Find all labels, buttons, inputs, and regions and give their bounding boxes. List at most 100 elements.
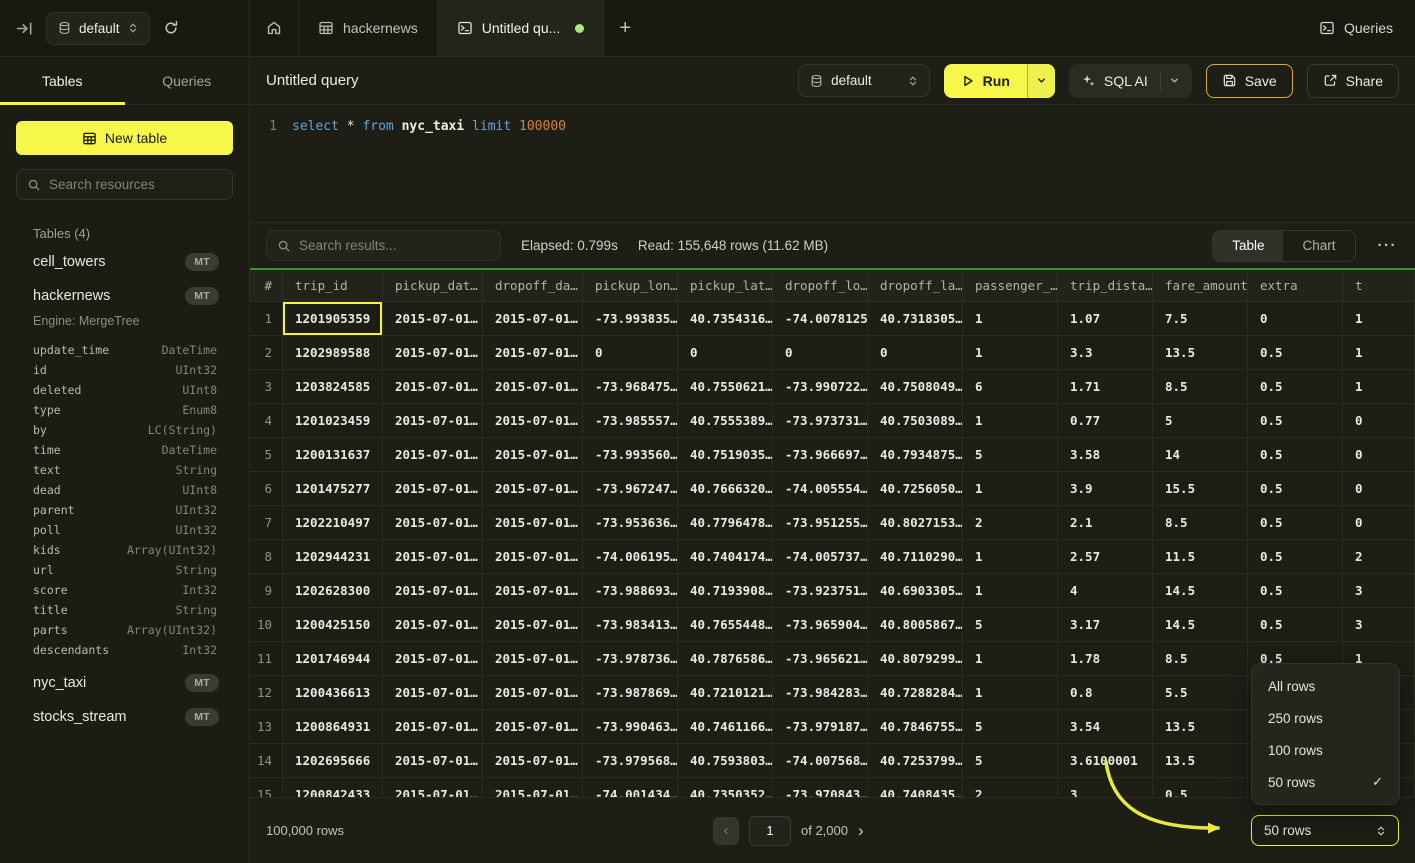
column-header[interactable]: fare_amount xyxy=(1153,270,1248,302)
queries-button[interactable]: Queries xyxy=(1319,20,1393,36)
tab-untitled-query[interactable]: Untitled qu... xyxy=(438,0,605,56)
collapse-sidebar-button[interactable] xyxy=(12,16,37,41)
menu-item[interactable]: 100 rows xyxy=(1252,734,1399,766)
cell[interactable]: -73.967247… xyxy=(583,472,678,506)
cell[interactable]: 1 xyxy=(963,472,1058,506)
cell[interactable]: 0.5 xyxy=(1248,472,1343,506)
resource-search-input[interactable] xyxy=(49,177,226,192)
cell[interactable]: 0.5 xyxy=(1248,336,1343,370)
run-button-main[interactable]: Run xyxy=(944,64,1027,98)
cell[interactable]: 2015-07-01… xyxy=(483,642,583,676)
cell[interactable]: 0 xyxy=(583,336,678,370)
row-number[interactable]: 6 xyxy=(250,472,283,506)
cell[interactable]: 5 xyxy=(963,744,1058,778)
cell[interactable]: 2015-07-01… xyxy=(483,744,583,778)
cell[interactable]: 1 xyxy=(1343,302,1415,336)
cell[interactable]: 1200864931 xyxy=(283,710,383,744)
sidebar-table-hackernews[interactable]: hackernews MT xyxy=(16,279,233,313)
cell[interactable]: -74.0078125 xyxy=(773,302,868,336)
cell[interactable]: -74.007568… xyxy=(773,744,868,778)
row-number[interactable]: 4 xyxy=(250,404,283,438)
cell[interactable]: 2015-07-01… xyxy=(383,540,483,574)
cell[interactable]: 2015-07-01… xyxy=(383,642,483,676)
cell[interactable]: 2015-07-01… xyxy=(483,302,583,336)
cell[interactable]: 0.5 xyxy=(1248,404,1343,438)
cell[interactable]: 2015-07-01… xyxy=(383,778,483,797)
cell[interactable]: -73.990722… xyxy=(773,370,868,404)
cell[interactable]: 2015-07-01… xyxy=(483,472,583,506)
column-header[interactable]: trip_dista… xyxy=(1058,270,1153,302)
refresh-button[interactable] xyxy=(159,16,183,40)
cell[interactable]: 40.7666320… xyxy=(678,472,773,506)
cell[interactable]: -73.953636… xyxy=(583,506,678,540)
cell[interactable]: 1202695666 xyxy=(283,744,383,778)
cell[interactable]: 40.8005867… xyxy=(868,608,963,642)
cell[interactable]: 8.5 xyxy=(1153,506,1248,540)
cell[interactable]: 40.7503089… xyxy=(868,404,963,438)
cell[interactable]: 2015-07-01… xyxy=(383,404,483,438)
cell[interactable]: 1 xyxy=(963,574,1058,608)
cell[interactable]: -73.985557… xyxy=(583,404,678,438)
row-number[interactable]: 13 xyxy=(250,710,283,744)
cell[interactable]: 40.7354316… xyxy=(678,302,773,336)
cell[interactable]: 1201023459 xyxy=(283,404,383,438)
cell[interactable]: 2015-07-01… xyxy=(383,574,483,608)
cell[interactable]: -73.993560… xyxy=(583,438,678,472)
cell[interactable]: 40.7555389… xyxy=(678,404,773,438)
cell[interactable]: 3.58 xyxy=(1058,438,1153,472)
cell[interactable]: 1 xyxy=(963,336,1058,370)
cell[interactable]: 40.7110290… xyxy=(868,540,963,574)
cell[interactable]: 8.5 xyxy=(1153,370,1248,404)
cell[interactable]: 0 xyxy=(773,336,868,370)
cell[interactable]: 2015-07-01… xyxy=(383,370,483,404)
cell[interactable]: 3.6100001 xyxy=(1058,744,1153,778)
cell[interactable]: 2015-07-01… xyxy=(483,676,583,710)
row-number[interactable]: 1 xyxy=(250,302,283,336)
row-number[interactable]: 5 xyxy=(250,438,283,472)
cell[interactable]: 40.8027153… xyxy=(868,506,963,540)
database-selector[interactable]: default xyxy=(46,12,150,45)
sql-ai-button[interactable]: SQL AI xyxy=(1069,64,1192,98)
cell[interactable]: 2015-07-01… xyxy=(483,710,583,744)
cell[interactable]: 40.7350352… xyxy=(678,778,773,797)
sql-editor[interactable]: 1 select * from nyc_taxi limit 100000 xyxy=(250,105,1415,223)
cell[interactable]: 1202989588 xyxy=(283,336,383,370)
cell[interactable]: 2 xyxy=(1343,540,1415,574)
column-header[interactable]: pickup_lon… xyxy=(583,270,678,302)
cell[interactable]: 2015-07-01… xyxy=(383,744,483,778)
cell[interactable]: 0.8 xyxy=(1058,676,1153,710)
column-header[interactable]: t xyxy=(1343,270,1415,302)
cell[interactable]: -73.970843… xyxy=(773,778,868,797)
cell[interactable]: 3.9 xyxy=(1058,472,1153,506)
next-page-button[interactable]: › xyxy=(858,821,864,841)
cell[interactable]: 0.5 xyxy=(1248,540,1343,574)
cell[interactable]: -73.978736… xyxy=(583,642,678,676)
cell[interactable]: 5.5 xyxy=(1153,676,1248,710)
column-header[interactable]: pickup_lat… xyxy=(678,270,773,302)
column-header[interactable]: passenger_… xyxy=(963,270,1058,302)
cell[interactable]: 40.7796478… xyxy=(678,506,773,540)
cell[interactable]: 2015-07-01… xyxy=(383,710,483,744)
cell[interactable]: 1200425150 xyxy=(283,608,383,642)
prev-page-button[interactable]: ‹ xyxy=(713,817,739,845)
column-header[interactable]: dropoff_lo… xyxy=(773,270,868,302)
cell[interactable]: 2015-07-01… xyxy=(383,608,483,642)
cell[interactable]: 40.7461166… xyxy=(678,710,773,744)
cell[interactable]: 7.5 xyxy=(1153,302,1248,336)
cell[interactable]: 40.6903305… xyxy=(868,574,963,608)
column-header[interactable]: dropoff_da… xyxy=(483,270,583,302)
view-tab-table[interactable]: Table xyxy=(1213,231,1283,261)
cell[interactable]: 40.7318305… xyxy=(868,302,963,336)
cell[interactable]: -73.951255… xyxy=(773,506,868,540)
cell[interactable]: 5 xyxy=(963,438,1058,472)
cell[interactable]: 0 xyxy=(868,336,963,370)
cell[interactable]: 1 xyxy=(963,642,1058,676)
cell[interactable]: 0.5 xyxy=(1248,370,1343,404)
new-table-button[interactable]: New table xyxy=(16,121,233,155)
row-number[interactable]: 10 xyxy=(250,608,283,642)
cell[interactable]: 1 xyxy=(963,676,1058,710)
cell[interactable]: 1202944231 xyxy=(283,540,383,574)
cell[interactable]: 2015-07-01… xyxy=(483,336,583,370)
cell[interactable]: 40.7846755… xyxy=(868,710,963,744)
cell[interactable]: -74.005554… xyxy=(773,472,868,506)
